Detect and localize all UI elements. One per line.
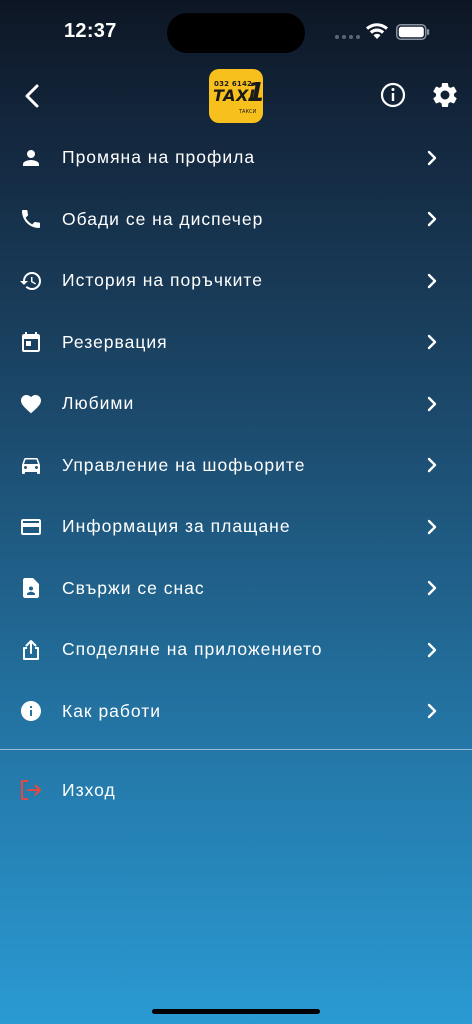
info-icon <box>18 698 44 724</box>
share-icon <box>18 637 44 663</box>
menu-item-label: Управление на шофьорите <box>62 454 306 475</box>
chevron-right-icon <box>427 642 437 657</box>
car-icon <box>18 452 44 478</box>
logout-icon <box>21 780 41 800</box>
menu-item-label: История на поръчките <box>62 270 263 291</box>
chevron-right-icon <box>427 519 437 534</box>
chevron-right-icon <box>427 581 437 596</box>
menu-item-label: Любими <box>62 393 135 414</box>
menu-item-favorites[interactable]: Любими <box>0 373 472 435</box>
contact-document-icon <box>18 575 44 601</box>
menu-item-call-dispatcher[interactable]: Обади се на диспечер <box>0 189 472 251</box>
status-bar: 12:37 <box>0 0 472 62</box>
person-icon <box>18 145 44 171</box>
chevron-right-icon <box>427 150 437 165</box>
menu-item-label: Как работи <box>62 700 162 721</box>
menu-item-share-app[interactable]: Споделяне на приложението <box>0 619 472 681</box>
app-header: 032 6142 TAXI 1 ТАКСИ <box>0 62 472 132</box>
chevron-right-icon <box>427 212 437 227</box>
menu-item-label: Свържи се снас <box>62 577 205 598</box>
menu-item-label: Споделяне на приложението <box>62 639 323 660</box>
logout-label: Изход <box>62 780 116 800</box>
dynamic-island <box>167 13 305 53</box>
logo-mark: 1 <box>247 78 263 108</box>
menu-item-label: Обади се на диспечер <box>62 208 264 229</box>
gear-icon[interactable] <box>430 80 460 110</box>
heart-icon <box>18 391 44 417</box>
chevron-right-icon <box>427 458 437 473</box>
chevron-right-icon <box>427 396 437 411</box>
menu-item-payment-info[interactable]: Информация за плащане <box>0 496 472 558</box>
battery-icon <box>396 24 430 40</box>
back-button[interactable] <box>16 78 48 114</box>
chevron-right-icon <box>427 704 437 719</box>
menu-item-edit-profile[interactable]: Промяна на профила <box>0 127 472 189</box>
info-button[interactable] <box>378 80 408 110</box>
menu-item-reservation[interactable]: Резервация <box>0 312 472 374</box>
chevron-right-icon <box>427 335 437 350</box>
logo-small-text: ТАКСИ <box>239 109 257 115</box>
menu-item-order-history[interactable]: История на поръчките <box>0 250 472 312</box>
calendar-icon <box>18 329 44 355</box>
logout-button[interactable]: Изход <box>0 760 472 820</box>
menu-item-driver-management[interactable]: Управление на шофьорите <box>0 435 472 497</box>
settings-menu: Промяна на профила Обади се на диспечер … <box>0 127 472 742</box>
wifi-icon <box>366 23 388 39</box>
menu-item-how-it-works[interactable]: Как работи <box>0 681 472 743</box>
menu-divider <box>0 749 472 750</box>
menu-item-label: Промяна на профила <box>62 147 256 168</box>
menu-item-label: Резервация <box>62 331 168 352</box>
phone-icon <box>18 206 44 232</box>
status-time: 12:37 <box>64 20 117 42</box>
home-indicator[interactable] <box>152 1009 320 1014</box>
history-icon <box>18 268 44 294</box>
menu-item-contact-us[interactable]: Свържи се снас <box>0 558 472 620</box>
menu-item-label: Информация за плащане <box>62 516 291 537</box>
taxi-logo: 032 6142 TAXI 1 ТАКСИ <box>209 69 263 123</box>
cellular-signal-icon <box>335 35 360 39</box>
credit-card-icon <box>18 514 44 540</box>
chevron-right-icon <box>427 273 437 288</box>
chevron-left-icon <box>25 84 39 108</box>
